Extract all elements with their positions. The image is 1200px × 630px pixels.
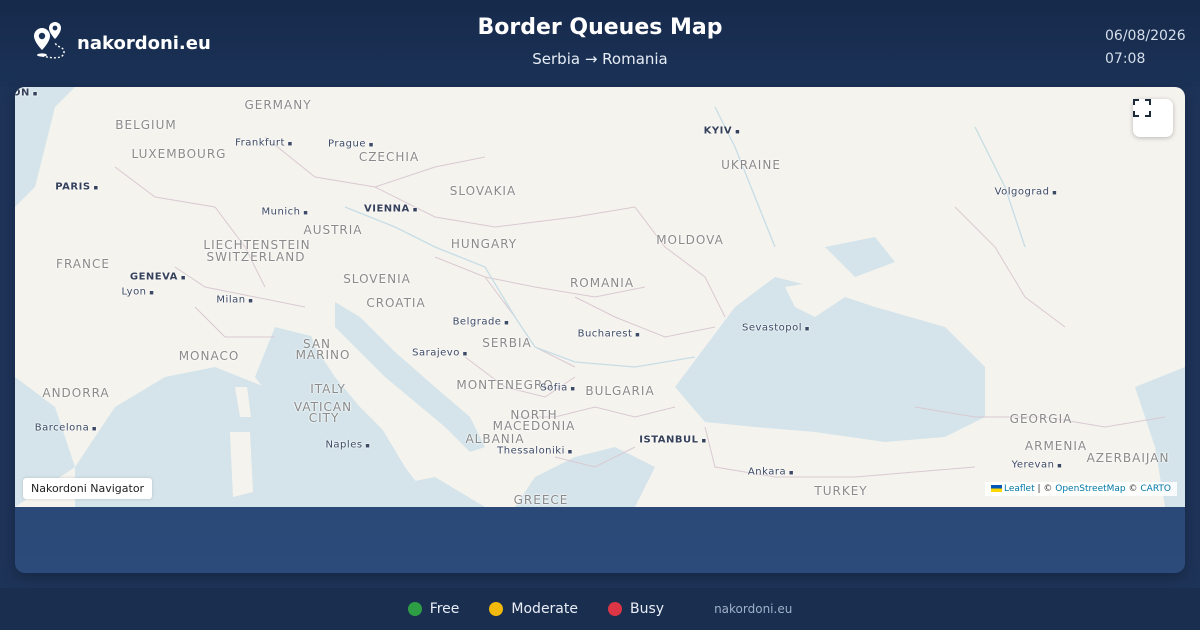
label-prague: Prague [328, 139, 374, 150]
navigator-tag: Nakordoni Navigator [23, 478, 153, 499]
label-croatia: CROATIA [366, 296, 426, 310]
label-paris: PARIS [55, 182, 98, 193]
label-yerevan: Yerevan [1012, 460, 1063, 471]
label-moldova: MOLDOVA [656, 233, 724, 247]
legend-dot-moderate [489, 602, 504, 616]
label-hungary: HUNGARY [450, 237, 518, 251]
label-munich: Munich [262, 207, 309, 218]
fullscreen-icon [1133, 99, 1151, 117]
label-istanbul: ISTANBUL [639, 435, 706, 446]
header: nakordoni.eu Border Queues Map Serbia → … [0, 0, 1200, 87]
time-label: 07:08 [1105, 51, 1146, 67]
label-greece: GREECE [513, 493, 569, 507]
map-attribution: Leaflet | © OpenStreetMap © CARTO [984, 482, 1177, 496]
label-turkey: TURKEY [814, 484, 868, 498]
label-slovakia: SLOVAKIA [449, 184, 517, 198]
legend-item-free: Free [407, 601, 460, 617]
brand[interactable]: nakordoni.eu [24, 22, 211, 64]
label-belgium: BELGIUM [115, 118, 177, 132]
label-romania: ROMANIA [569, 276, 635, 290]
legend-item-busy: Busy [608, 601, 664, 617]
label-france: FRANCE [56, 257, 110, 271]
label-czechia: CZECHIA [358, 150, 420, 164]
label-san-marino-2: MARINO [295, 348, 351, 362]
legend-label-moderate: Moderate [511, 601, 578, 617]
brand-name: nakordoni.eu [77, 32, 211, 54]
label-frankfurt: Frankfurt [235, 138, 293, 149]
land-sardinia [230, 432, 253, 497]
label-thessaloniki: Thessaloniki [497, 446, 573, 457]
label-sofia: Sofia [540, 383, 575, 394]
label-north-macedonia-2: MACEDONIA [492, 419, 576, 433]
leaflet-link[interactable]: Leaflet [1004, 484, 1035, 494]
label-bulgaria: BULGARIA [585, 384, 655, 398]
label-armenia: ARMENIA [1024, 439, 1088, 453]
label-luxembourg: LUXEMBOURG [131, 147, 227, 161]
label-serbia: SERBIA [482, 336, 532, 350]
attribution-sep-2: © [1125, 484, 1141, 494]
label-albania: ALBANIA [465, 432, 525, 446]
label-milan: Milan [216, 295, 253, 306]
label-italy: ITALY [310, 382, 346, 396]
label-kyiv: KYIV [704, 126, 741, 137]
label-bucharest: Bucharest [578, 329, 641, 340]
label-montenegro: MONTENEGRO [456, 378, 554, 392]
label-barcelona: Barcelona [35, 423, 97, 434]
map-view[interactable]: GERMANY BELGIUM LUXEMBOURG CZECHIA SLOVA… [15, 87, 1185, 507]
label-belgrade: Belgrade [453, 317, 510, 328]
footer-legend: Free Moderate Busy nakordoni.eu [0, 588, 1200, 630]
osm-link[interactable]: OpenStreetMap [1055, 484, 1125, 494]
legend-label-free: Free [429, 601, 460, 617]
ukraine-flag-icon [990, 485, 1002, 492]
label-slovenia: SLOVENIA [343, 272, 411, 286]
label-switzerland: SWITZERLAND [206, 250, 306, 264]
water-azov [825, 237, 895, 277]
label-lyon: Lyon [121, 287, 154, 298]
label-naples: Naples [325, 440, 370, 451]
datetime: 06/08/2026 07:08 [1105, 25, 1186, 71]
fullscreen-button[interactable] [1133, 99, 1173, 137]
label-andorra: ANDORRA [42, 386, 110, 400]
label-georgia: GEORGIA [1009, 412, 1073, 426]
map-pin-route-icon [34, 22, 65, 59]
label-ukraine: UKRAINE [721, 158, 781, 172]
label-geneva: GENEVA [130, 272, 186, 283]
label-vienna: VIENNA [364, 204, 418, 215]
footer-site[interactable]: nakordoni.eu [714, 602, 792, 616]
label-sevastopol: Sevastopol [742, 323, 810, 334]
label-london-fragment: ON [15, 88, 38, 99]
carto-link[interactable]: CARTO [1140, 484, 1171, 494]
label-sarajevo: Sarajevo [412, 348, 468, 359]
legend-item-moderate: Moderate [489, 601, 578, 617]
label-azerbaijan: AZERBAIJAN [1086, 451, 1170, 465]
label-ankara: Ankara [748, 467, 794, 478]
label-volgograd: Volgograd [995, 187, 1058, 198]
attribution-sep-1: | © [1034, 484, 1056, 494]
date-label: 06/08/2026 [1105, 28, 1186, 44]
label-monaco: MONACO [178, 349, 240, 363]
label-vatican-2: CITY [308, 411, 340, 425]
legend-dot-free [407, 602, 422, 616]
label-germany: GERMANY [244, 98, 312, 112]
label-austria: AUSTRIA [303, 223, 363, 237]
legend-label-busy: Busy [630, 601, 665, 617]
legend-dot-busy [608, 602, 622, 616]
